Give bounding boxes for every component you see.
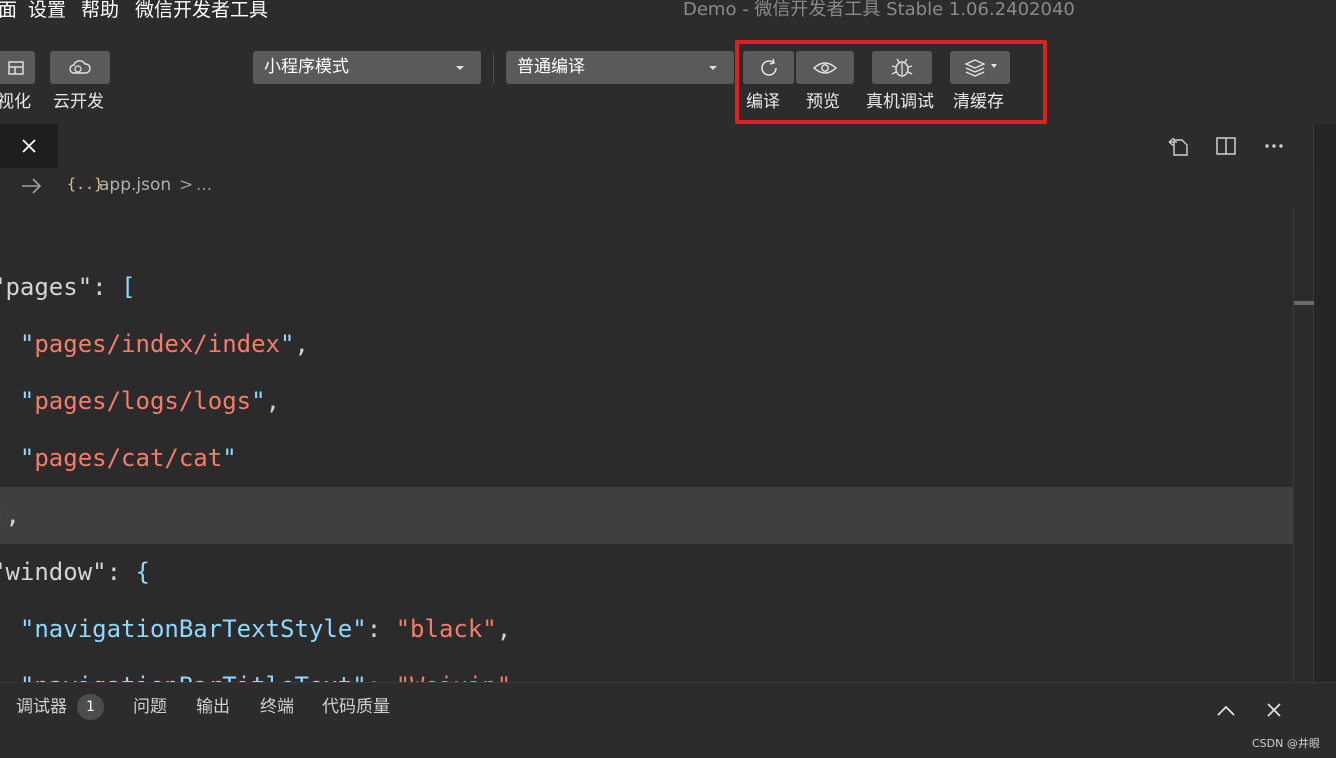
code-line: ], — [0, 487, 20, 544]
code-token: : — [367, 672, 396, 682]
scrollbar-thumb[interactable] — [1294, 301, 1314, 305]
breadcrumb-separator: > — [179, 175, 194, 195]
compile-select-value: 普通编译 — [517, 57, 585, 77]
menu-toolbar-area: 面 设置 帮助 微信开发者工具 Demo - 微信开发者工具 Stable 1.… — [0, 0, 1336, 124]
tab-code-quality[interactable]: 代码质量 — [322, 695, 390, 719]
compile-select[interactable]: 普通编译 — [506, 51, 734, 84]
toolbar-divider — [493, 51, 494, 84]
code-line: "navigationBarTitleText": "Weixin", — [0, 658, 526, 682]
code-token: "navigationBarTextStyle" — [19, 615, 367, 643]
open-changes-icon — [1168, 137, 1188, 156]
code-line: "pages/logs/logs", — [0, 373, 280, 430]
close-panel-button[interactable] — [1263, 699, 1285, 721]
close-icon[interactable] — [21, 138, 37, 154]
arrow-right-icon[interactable] — [20, 177, 44, 195]
chevron-down-icon — [709, 66, 717, 70]
maximize-panel-button[interactable] — [1215, 699, 1237, 721]
code-token: "window" — [0, 558, 107, 586]
menu-item-help[interactable]: 帮助 — [81, 0, 119, 23]
code-token: " — [19, 330, 35, 358]
mode-select-value: 小程序模式 — [264, 57, 349, 77]
close-icon — [1267, 703, 1281, 717]
highlight-annotation — [735, 40, 1047, 124]
menu-item-interface[interactable]: 面 — [0, 0, 17, 23]
code-token: "navigationBarTitleText" — [20, 672, 367, 682]
bottom-panel: 调试器 1 问题 输出 终端 代码质量 CSDN @井眼 — [0, 682, 1336, 758]
window-title: Demo - 微信开发者工具 Stable 1.06.2402040 — [683, 0, 1075, 20]
cloud-icon — [69, 59, 91, 74]
breadcrumb-more[interactable]: ... — [196, 175, 212, 195]
code-token: , — [511, 672, 525, 682]
breadcrumb: {..} app.json > ... — [0, 168, 1313, 204]
code-editor[interactable]: "pages": [ "pages/index/index", "pages/l… — [0, 204, 1293, 682]
code-token: , — [496, 615, 512, 643]
code-token: "black" — [395, 615, 497, 643]
code-token: , — [5, 501, 20, 529]
more-icon — [1265, 144, 1283, 148]
json-file-icon: {..} — [67, 175, 104, 193]
chevron-down-icon — [456, 66, 464, 70]
split-editor-button[interactable] — [1214, 134, 1238, 158]
menu-item-devtools[interactable]: 微信开发者工具 — [135, 0, 268, 23]
visualize-label: 视化 — [0, 92, 31, 112]
menu-item-settings[interactable]: 设置 — [28, 0, 66, 23]
tab-debugger[interactable]: 调试器 — [16, 695, 67, 719]
split-editor-icon — [1216, 137, 1236, 155]
chevron-up-icon — [1217, 705, 1235, 716]
cloud-dev-button[interactable] — [50, 51, 110, 84]
layout-icon — [7, 60, 24, 75]
code-token: , — [265, 387, 281, 415]
watermark: CSDN @井眼 — [1252, 737, 1320, 750]
more-actions-button[interactable] — [1262, 134, 1286, 158]
code-token: "pages" — [0, 273, 93, 301]
code-token: [ — [121, 273, 136, 301]
code-token: : — [92, 273, 122, 301]
code-token: " — [280, 330, 295, 358]
code-token: , — [294, 330, 309, 358]
code-token: " — [19, 387, 35, 415]
open-changes-button[interactable] — [1167, 134, 1191, 158]
editor-tab-active[interactable] — [0, 124, 58, 168]
code-token: pages/cat/cat — [34, 444, 223, 472]
code-line: "navigationBarTextStyle": "black", — [0, 601, 511, 658]
tab-terminal[interactable]: 终端 — [260, 695, 294, 719]
code-line: "window": { — [0, 544, 150, 601]
tab-problems[interactable]: 问题 — [133, 695, 167, 719]
visualize-button[interactable] — [0, 51, 35, 84]
code-token: pages/index/index — [34, 330, 280, 358]
code-token: "Weixin" — [396, 672, 512, 682]
side-panel-edge — [1313, 124, 1336, 682]
debugger-count-badge: 1 — [77, 694, 104, 720]
code-token: " — [251, 387, 266, 415]
code-token: " — [222, 444, 237, 472]
tab-output[interactable]: 输出 — [196, 695, 230, 719]
editor-scrollbar[interactable] — [1293, 204, 1314, 682]
code-token: " — [19, 444, 35, 472]
code-line: "pages": [ — [0, 259, 136, 316]
code-line: "pages/cat/cat" — [0, 430, 237, 487]
editor-tab-bar — [0, 124, 1313, 168]
breadcrumb-file[interactable]: app.json — [99, 175, 171, 195]
cloud-dev-label: 云开发 — [53, 92, 104, 112]
code-token: pages/logs/logs — [34, 387, 252, 415]
code-token: { — [135, 558, 150, 586]
code-token: : — [106, 558, 136, 586]
code-line: "pages/index/index", — [0, 316, 309, 373]
code-token: : — [366, 615, 396, 643]
current-line-highlight — [0, 487, 1293, 544]
mode-select[interactable]: 小程序模式 — [253, 51, 481, 84]
